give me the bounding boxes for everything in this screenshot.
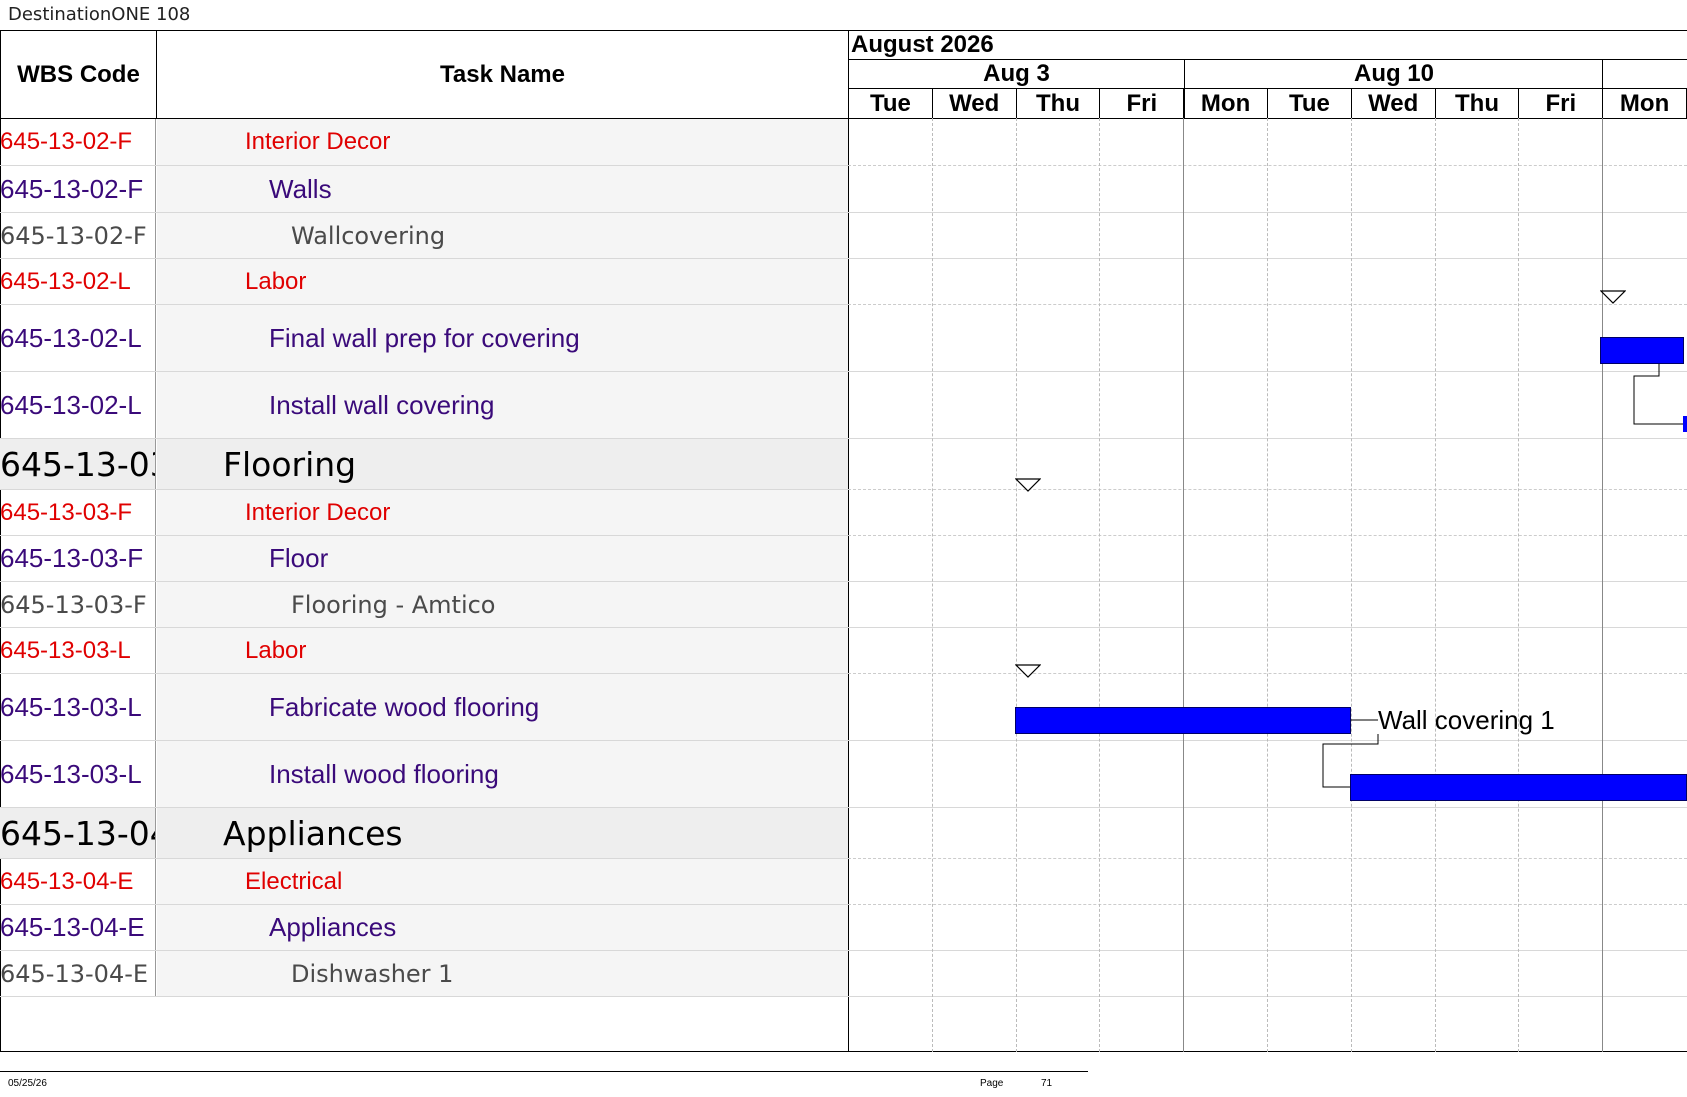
table-row[interactable]: 645-13-02-F 0 Wallcovering xyxy=(0,213,848,259)
footer-rule xyxy=(0,1071,1088,1072)
day-header-fri: Fri xyxy=(1100,89,1185,118)
week-header-aug-10: Aug 10 xyxy=(1353,60,1434,87)
table-row[interactable]: 645-13-04-E Electrical xyxy=(0,859,848,905)
table-row[interactable]: 645-13-03-F Interior Decor xyxy=(0,490,848,536)
table-row[interactable]: 645-13-02-L Labor xyxy=(0,259,848,305)
task-name-cell: Install wood flooring xyxy=(157,741,848,807)
task-name-cell: Electrical xyxy=(157,859,848,904)
task-name-cell: Interior Decor xyxy=(157,490,848,535)
task-name-cell: Appliances xyxy=(157,905,848,950)
bar-label: Wall covering 1 xyxy=(1378,705,1555,735)
task-name-cell: Walls xyxy=(157,166,848,212)
dependency-connectors xyxy=(1322,364,1687,788)
week-header-aug-3: Aug 3 xyxy=(983,60,1050,87)
wbs-code-cell: 645-13-04-E 0 xyxy=(0,951,156,996)
table-row[interactable]: 645-13-04 Appliances xyxy=(0,808,848,859)
wbs-code-cell: 645-13-02-L xyxy=(0,372,156,438)
task-name-cell: Appliances xyxy=(157,808,848,858)
table-row[interactable]: 645-13-03 Flooring xyxy=(0,439,848,490)
task-name-cell: Flooring xyxy=(157,439,848,489)
wbs-code-cell: 645-13-02-F xyxy=(0,166,156,212)
task-name-cell: Install wall covering xyxy=(157,372,848,438)
wbs-code-cell: 645-13-04-E xyxy=(0,905,156,950)
table-row[interactable]: 645-13-02-F Walls xyxy=(0,166,848,213)
day-header-mon: Mon xyxy=(1603,89,1687,118)
wbs-code-cell: 645-13-04-E xyxy=(0,859,156,904)
wbs-code-cell: 645-13-02-L xyxy=(0,305,156,371)
task-name-cell: Labor xyxy=(157,259,848,304)
task-name-cell: Fabricate wood flooring xyxy=(157,674,848,740)
footer-date: 05/25/26 xyxy=(8,1078,47,1089)
table-row[interactable]: 645-13-03-L Fabricate wood flooring xyxy=(0,674,848,741)
wbs-code-cell: 645-13-03-L xyxy=(0,741,156,807)
task-name-cell: Flooring - Amtico xyxy=(157,582,848,627)
task-name-cell: Floor xyxy=(157,536,848,581)
day-header-wed: Wed xyxy=(933,89,1017,118)
task-name-header[interactable]: Task Name xyxy=(157,31,848,118)
task-name-cell: Dishwasher 1 xyxy=(157,951,848,996)
footer-page-number: 71 xyxy=(1041,1078,1053,1089)
task-name-cell: Labor xyxy=(157,628,848,673)
table-row[interactable]: 645-13-02-L Final wall prep for covering xyxy=(0,305,848,372)
wbs-code-cell: 645-13-03-F xyxy=(0,536,156,581)
footer-page-label: Page xyxy=(980,1078,1004,1089)
table-row[interactable]: 645-13-04-E Appliances xyxy=(0,905,848,951)
table-row[interactable]: 645-13-02-F Interior Decor xyxy=(0,119,848,166)
wbs-code-header[interactable]: WBS Code xyxy=(1,31,156,118)
wbs-code-cell: 645-13-03-L xyxy=(0,674,156,740)
document-title: DestinationONE 108 xyxy=(8,4,191,25)
table-row[interactable]: 645-13-03-F Floor xyxy=(0,536,848,582)
wbs-code-cell: 645-13-03-L xyxy=(0,628,156,673)
gantt-chart-area: Wall covering 1 xyxy=(848,118,1687,1052)
wbs-code-cell: 645-13-04 xyxy=(0,808,156,858)
day-header-tue: Tue xyxy=(849,89,933,118)
task-name-cell: Final wall prep for covering xyxy=(157,305,848,371)
wbs-code-cell: 645-13-03 xyxy=(0,439,156,489)
table-row[interactable]: 645-13-03-L Install wood flooring xyxy=(0,741,848,808)
wbs-code-cell: 645-13-02-F xyxy=(0,119,156,165)
table-row[interactable]: 645-13-04-E 0 Dishwasher 1 xyxy=(0,951,848,997)
wbs-code-cell: 645-13-03-F 0 xyxy=(0,582,156,627)
task-name-cell: Wallcovering xyxy=(157,213,848,258)
table-row[interactable]: 645-13-03-F 0 Flooring - Amtico xyxy=(0,582,848,628)
wbs-code-cell: 645-13-02-L xyxy=(0,259,156,304)
day-header-fri: Fri xyxy=(1519,89,1604,118)
day-header-mon: Mon xyxy=(1184,89,1268,118)
timeline-month-header: August 2026 xyxy=(851,31,994,58)
day-header-thu: Thu xyxy=(1017,89,1101,118)
day-header-thu: Thu xyxy=(1436,89,1520,118)
day-header-tue: Tue xyxy=(1268,89,1352,118)
table-row[interactable]: 645-13-03-L Labor xyxy=(0,628,848,674)
gantt-table: WBS Code Task Name August 2026 Aug 3 Aug… xyxy=(0,30,1687,1052)
wbs-code-cell: 645-13-02-F 0 xyxy=(0,213,156,258)
wbs-code-cell: 645-13-03-F xyxy=(0,490,156,535)
day-header-wed: Wed xyxy=(1352,89,1436,118)
table-row[interactable]: 645-13-02-L Install wall covering xyxy=(0,372,848,439)
task-name-cell: Interior Decor xyxy=(157,119,848,165)
